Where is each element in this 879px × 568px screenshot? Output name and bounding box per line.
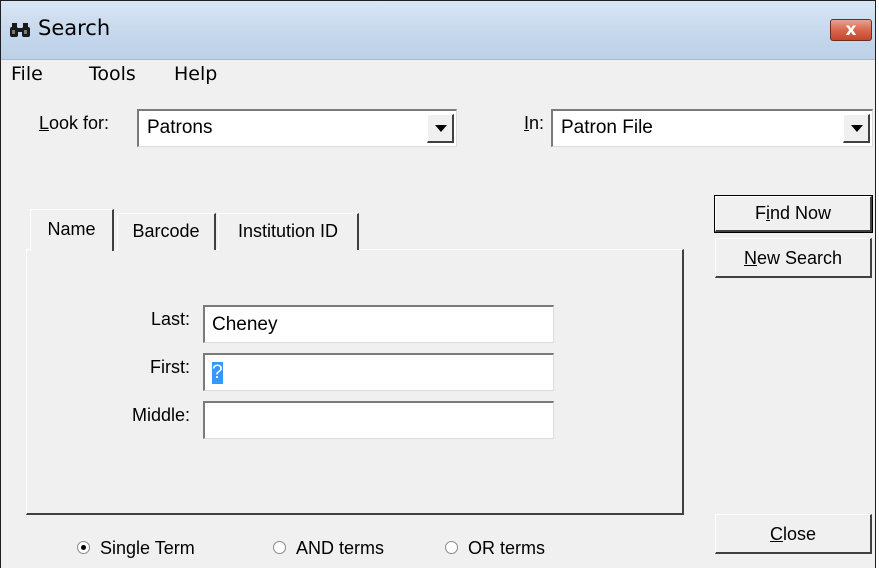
tab-barcode[interactable]: Barcode bbox=[117, 213, 216, 250]
in-value: Patron File bbox=[561, 117, 653, 138]
first-label: First: bbox=[150, 357, 190, 377]
chevron-down-icon[interactable] bbox=[427, 114, 454, 143]
find-now-button[interactable]: Find Now bbox=[714, 195, 873, 233]
menu-bar: File Tools Help bbox=[1, 60, 875, 90]
new-search-button[interactable]: New Search bbox=[715, 238, 872, 278]
last-label: Last: bbox=[150, 309, 190, 329]
last-name-input[interactable]: Cheney bbox=[203, 305, 554, 343]
radio-label: Single Term bbox=[100, 538, 195, 558]
in-label: In: bbox=[524, 113, 545, 133]
close-button[interactable]: Close bbox=[715, 514, 872, 554]
window-title: Search bbox=[38, 16, 111, 40]
tab-institution-id[interactable]: Institution ID bbox=[218, 213, 359, 250]
search-window: Search x File Tools Help Look for: Patro… bbox=[0, 0, 876, 568]
look-for-value: Patrons bbox=[147, 117, 213, 138]
chevron-down-icon[interactable] bbox=[843, 114, 870, 143]
tab-name[interactable]: Name bbox=[30, 209, 114, 251]
radio-indicator bbox=[445, 541, 458, 554]
title-bar[interactable]: Search x bbox=[1, 1, 875, 60]
menu-tools[interactable]: Tools bbox=[89, 63, 136, 85]
radio-indicator bbox=[77, 541, 90, 554]
radio-indicator bbox=[273, 541, 286, 554]
menu-help[interactable]: Help bbox=[174, 63, 217, 85]
menu-file[interactable]: File bbox=[11, 63, 43, 85]
binoculars-icon bbox=[10, 23, 30, 37]
close-icon: x bbox=[845, 20, 857, 40]
in-combo[interactable]: Patron File bbox=[551, 109, 873, 147]
radio-label: AND terms bbox=[296, 538, 385, 558]
look-for-label: Look for: bbox=[39, 113, 110, 133]
middle-label: Middle: bbox=[131, 405, 190, 425]
middle-name-input[interactable] bbox=[203, 401, 554, 439]
look-for-combo[interactable]: Patrons bbox=[137, 109, 457, 147]
first-name-input[interactable]: ? bbox=[203, 353, 554, 391]
last-name-value: Cheney bbox=[212, 314, 278, 335]
close-window-button[interactable]: x bbox=[830, 19, 872, 41]
first-name-value: ? bbox=[212, 362, 223, 384]
radio-label: OR terms bbox=[468, 538, 546, 558]
